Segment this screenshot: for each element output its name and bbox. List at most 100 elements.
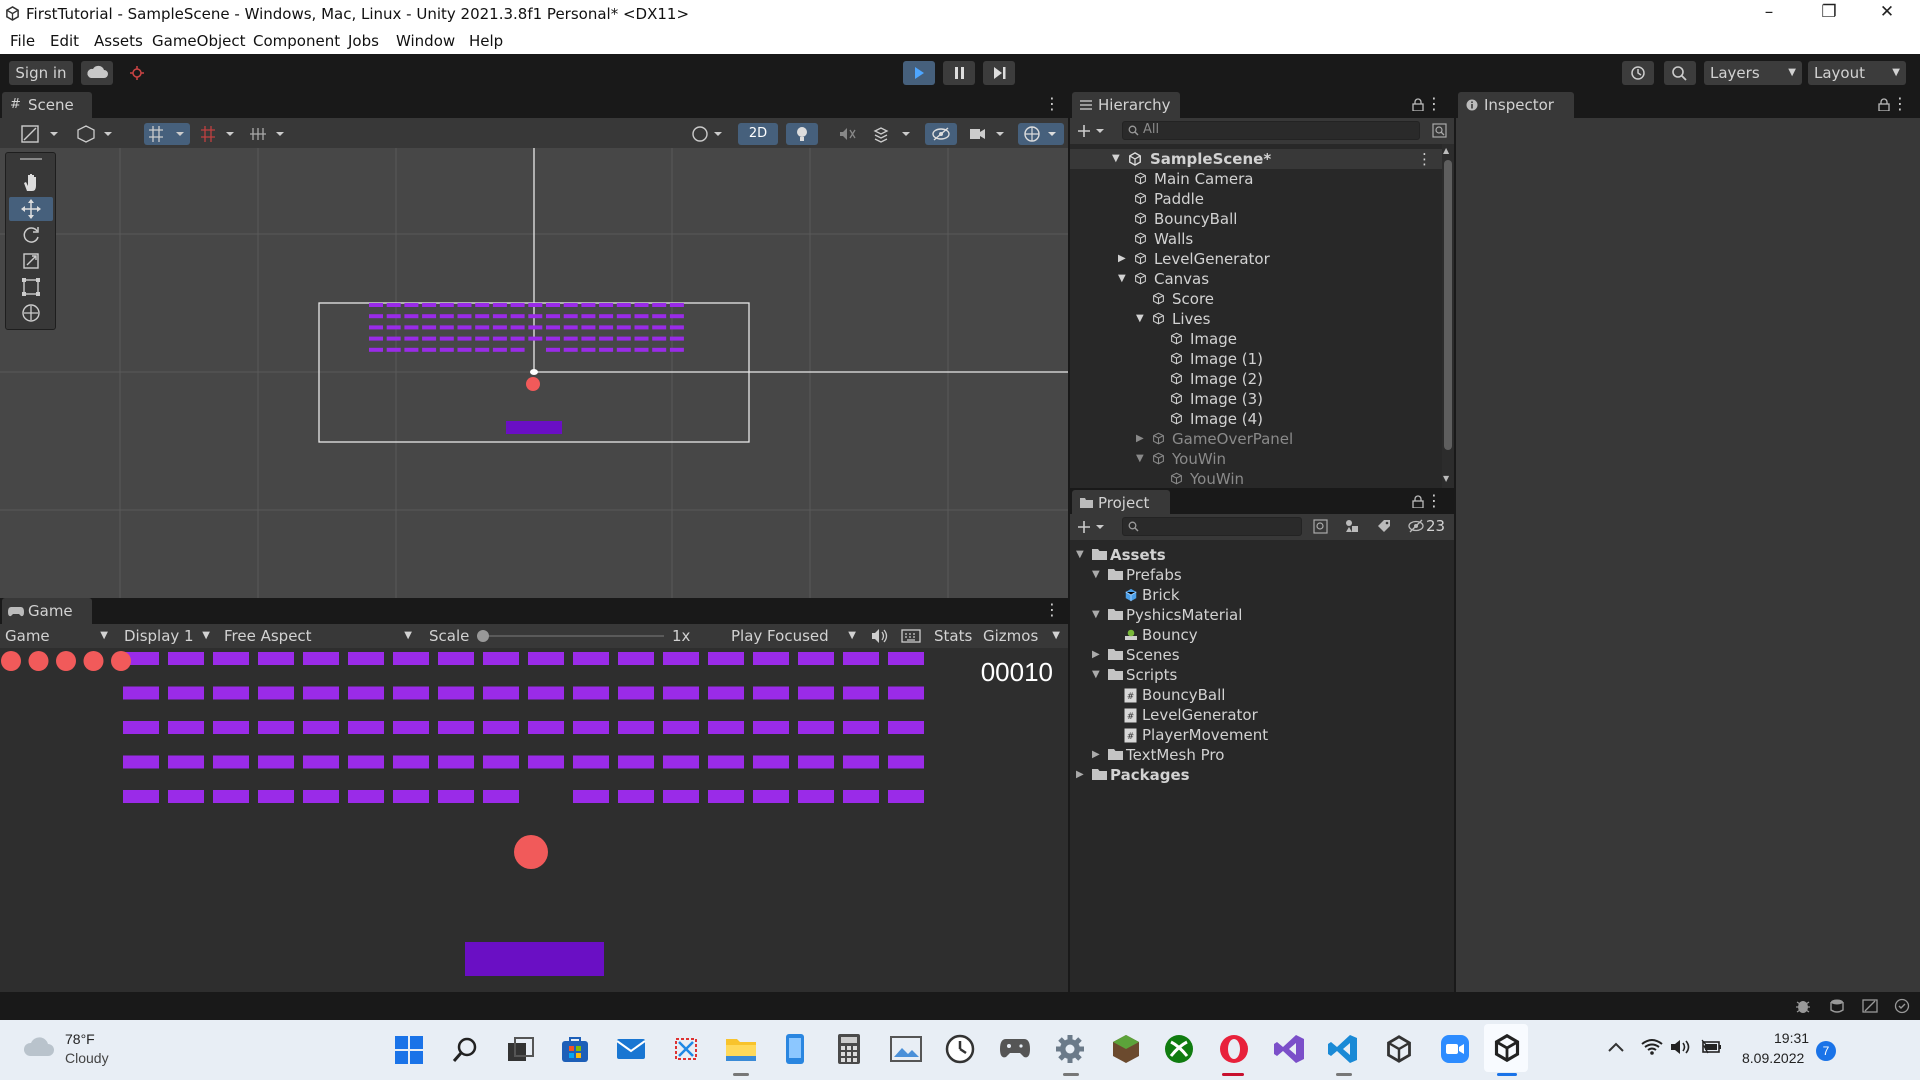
cloud-button[interactable] [81, 61, 113, 85]
sign-in-button[interactable]: Sign in [9, 61, 73, 85]
menu-component[interactable]: Component [253, 32, 340, 50]
lighting-toggle[interactable] [786, 123, 818, 145]
progress-check-icon[interactable] [1894, 998, 1910, 1014]
restore-button[interactable]: ❐ [1806, 2, 1852, 28]
project-item[interactable]: ▼ Prefabs [1070, 565, 1454, 585]
filter-by-label-icon[interactable] [1376, 518, 1392, 534]
draw-mode-dropdown[interactable] [18, 123, 64, 145]
menu-gameobject[interactable]: GameObject [152, 32, 246, 50]
play-focused-dropdown[interactable]: Play Focused ▼ [726, 624, 862, 648]
display-dropdown[interactable]: Display 1 ▼ [118, 624, 216, 648]
more-options-icon[interactable]: ⋮ [1426, 94, 1442, 113]
project-item[interactable]: ▼ Scripts [1070, 665, 1454, 685]
chevron-right-icon[interactable]: ▶ [1092, 645, 1100, 665]
increment-snap-dropdown[interactable] [196, 123, 242, 145]
hierarchy-item[interactable]: Walls [1070, 229, 1442, 249]
create-button[interactable] [1076, 121, 1110, 141]
scale-slider[interactable] [482, 635, 664, 637]
hierarchy-item[interactable]: BouncyBall [1070, 209, 1442, 229]
project-item[interactable]: ▼ Assets [1070, 545, 1454, 565]
scene-row[interactable]: ▼ SampleScene* ⋮ [1070, 149, 1442, 169]
chevron-right-icon[interactable]: ▶ [1092, 745, 1100, 765]
project-item[interactable]: ▶ Scenes [1070, 645, 1454, 665]
filter-by-type-icon[interactable] [1344, 518, 1360, 534]
aspect-dropdown[interactable]: Free Aspect ▼ [218, 624, 418, 648]
layout-dropdown[interactable]: Layout ▼ [1808, 61, 1906, 85]
hierarchy-item[interactable]: Image (2) [1070, 369, 1442, 389]
project-item[interactable]: ▶ TextMesh Pro [1070, 745, 1454, 765]
more-options-icon[interactable]: ⋮ [1044, 600, 1060, 619]
hierarchy-item[interactable]: ▼ Canvas [1070, 269, 1442, 289]
task-view-icon[interactable] [506, 1035, 536, 1065]
file-explorer-icon[interactable] [724, 1034, 758, 1064]
lock-icon[interactable] [1412, 495, 1424, 508]
tab-game[interactable]: Game [2, 598, 92, 624]
scrollbar-thumb[interactable] [1444, 160, 1452, 450]
history-button[interactable] [1622, 61, 1654, 85]
lock-icon[interactable] [1878, 98, 1890, 111]
align-dropdown[interactable] [246, 123, 292, 145]
chevron-up-icon[interactable] [1607, 1040, 1625, 1054]
hierarchy-search-input[interactable]: All [1122, 121, 1420, 140]
game-mode-dropdown[interactable]: Game ▼ [0, 624, 114, 648]
weather-cloud-icon[interactable] [22, 1034, 56, 1060]
collab-icon[interactable] [128, 64, 146, 82]
2d-toggle[interactable]: 2D [738, 123, 778, 145]
hierarchy-item[interactable]: Score [1070, 289, 1442, 309]
phone-link-icon[interactable] [783, 1032, 807, 1066]
close-button[interactable]: ✕ [1864, 2, 1910, 28]
zoom-icon[interactable] [1440, 1034, 1470, 1064]
transform-tool-button[interactable] [9, 301, 53, 325]
minimize-button[interactable]: – [1746, 2, 1792, 28]
menu-file[interactable]: File [10, 32, 35, 50]
chevron-down-icon[interactable]: ▼ [1076, 545, 1084, 565]
mail-icon[interactable] [616, 1036, 646, 1062]
clock-time[interactable]: 19:31 [1774, 1030, 1809, 1046]
lock-icon[interactable] [1412, 98, 1424, 111]
play-button[interactable] [903, 61, 935, 85]
xbox-icon[interactable] [1164, 1034, 1194, 1064]
notification-badge[interactable]: 7 [1816, 1041, 1836, 1061]
audio-toggle[interactable] [830, 123, 862, 145]
weather-desc[interactable]: Cloudy [65, 1050, 109, 1066]
effects-dropdown[interactable] [870, 123, 916, 145]
hierarchy-item[interactable]: YouWin [1070, 469, 1442, 488]
project-item[interactable]: # PlayerMovement [1070, 725, 1454, 745]
gizmos-dropdown[interactable] [1018, 123, 1064, 145]
project-item[interactable]: Brick [1070, 585, 1454, 605]
gizmos-dropdown[interactable]: Gizmos ▼ [980, 624, 1066, 648]
menu-jobs[interactable]: Jobs [348, 32, 379, 50]
mute-audio-icon[interactable] [870, 628, 888, 644]
cache-server-icon[interactable] [1828, 998, 1846, 1014]
hierarchy-item[interactable]: Main Camera [1070, 169, 1442, 189]
scroll-up-icon[interactable]: ▲ [1443, 146, 1449, 155]
more-options-icon[interactable]: ⋮ [1426, 491, 1442, 510]
project-item[interactable]: Bouncy [1070, 625, 1454, 645]
palette-handle[interactable] [20, 158, 42, 160]
opera-browser-icon[interactable] [1218, 1033, 1250, 1065]
scale-slider-thumb[interactable] [477, 630, 489, 642]
hierarchy-item[interactable]: ▶ GameOverPanel [1070, 429, 1442, 449]
weather-temp[interactable]: 78°F [65, 1031, 95, 1047]
more-options-icon[interactable]: ⋮ [1892, 94, 1908, 113]
wifi-icon[interactable] [1641, 1038, 1663, 1056]
xbox-controller-icon[interactable] [999, 1036, 1031, 1060]
chevron-down-icon[interactable]: ▼ [1092, 665, 1100, 685]
hidden-objects-toggle[interactable] [925, 123, 957, 145]
scene-view[interactable] [0, 148, 1068, 598]
move-tool-button[interactable] [9, 197, 53, 221]
tab-project[interactable]: Project [1072, 490, 1170, 516]
more-options-icon[interactable]: ⋮ [1417, 149, 1432, 169]
rect-tool-button[interactable] [9, 275, 53, 299]
microsoft-store-icon[interactable] [560, 1034, 590, 1064]
unity-hub-icon[interactable] [1385, 1035, 1413, 1063]
step-button[interactable] [983, 61, 1015, 85]
clock-app-icon[interactable] [945, 1034, 975, 1064]
chevron-down-icon[interactable]: ▼ [1136, 449, 1144, 469]
create-asset-button[interactable] [1076, 517, 1110, 537]
battery-icon[interactable] [1700, 1038, 1722, 1056]
project-item[interactable]: # BouncyBall [1070, 685, 1454, 705]
chevron-right-icon[interactable]: ▶ [1136, 429, 1144, 449]
chevron-down-icon[interactable]: ▼ [1092, 565, 1100, 585]
search-button[interactable] [1664, 61, 1696, 85]
